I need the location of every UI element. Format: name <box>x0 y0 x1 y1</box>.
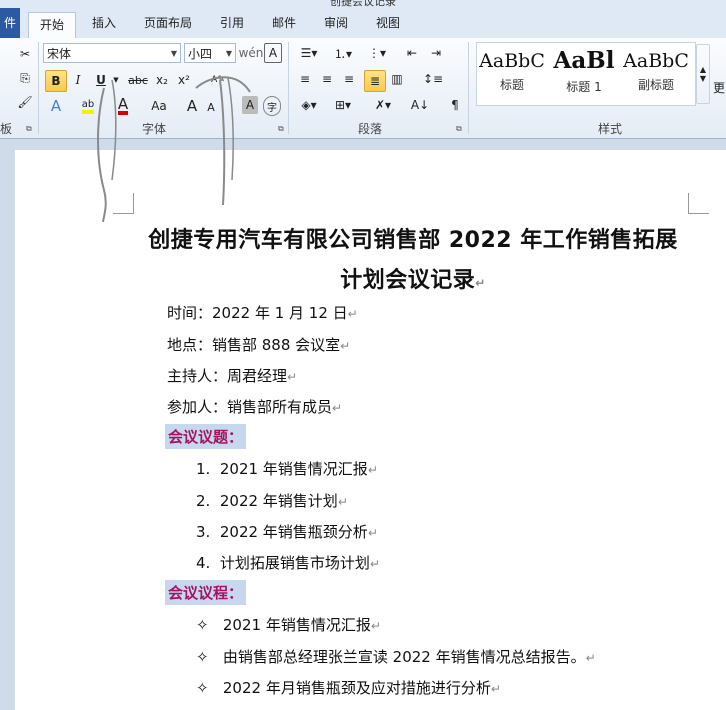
paragraph-mark: ↵ <box>347 307 358 321</box>
list-item: ✧ 2021 年销售情况汇报↵ <box>196 614 381 635</box>
list-item: ✧ 2022 年月销售瓶颈及应对措施进行分析↵ <box>196 677 501 698</box>
info-text: 参加人：销售部所有成员 <box>167 398 333 416</box>
paragraph-mark: ↵ <box>367 463 378 477</box>
info-text: 地点：销售部 888 会议室 <box>167 336 341 354</box>
pen-stroke <box>195 76 251 93</box>
process-heading: 会议议程： <box>165 580 247 605</box>
list-number: 1. <box>196 460 211 478</box>
pen-stroke <box>227 77 234 181</box>
info-line: 参加人：销售部所有成员↵ <box>167 396 342 417</box>
list-number: 2. <box>196 492 211 510</box>
document-title-line-1: 创捷专用汽车有限公司销售部 2022 年工作销售拓展 <box>130 222 696 254</box>
list-number: 3. <box>196 523 211 541</box>
info-text: 时间：2022 年 1 月 12 日 <box>167 304 348 322</box>
list-text: 2022 年销售计划 <box>219 492 338 510</box>
pen-stroke <box>219 79 226 206</box>
title-text: 创捷专用汽车有限公司销售部 2022 年工作销售拓展 <box>148 228 678 253</box>
info-line: 时间：2022 年 1 月 12 日↵ <box>167 302 358 323</box>
bullet-icon: ✧ <box>196 648 209 666</box>
list-item: 4. 计划拓展销售市场计划↵ <box>196 552 380 573</box>
list-text: 计划拓展销售市场计划 <box>219 554 370 572</box>
list-text: 由销售部总经理张兰宣读 2022 年销售情况总结报告。 <box>222 648 586 666</box>
list-item: ✧ 由销售部总经理张兰宣读 2022 年销售情况总结报告。↵ <box>196 646 596 667</box>
paragraph-mark: ↵ <box>340 339 351 353</box>
list-number: 4. <box>196 554 211 572</box>
bullet-icon: ✧ <box>196 679 209 697</box>
paragraph-mark: ↵ <box>369 557 380 571</box>
list-item: 1. 2021 年销售情况汇报↵ <box>196 458 378 479</box>
document-title-line-2: 计划会议记录↵ <box>130 262 696 294</box>
paragraph-mark: ↵ <box>490 682 501 696</box>
paragraph-mark: ↵ <box>475 276 486 290</box>
pen-stroke <box>111 79 117 181</box>
info-line: 地点：销售部 888 会议室↵ <box>167 334 350 355</box>
info-text: 主持人：周君经理 <box>167 367 288 385</box>
paragraph-mark: ↵ <box>370 619 381 633</box>
list-text: 2021 年销售情况汇报 <box>219 460 368 478</box>
title-text: 计划会议记录 <box>340 268 476 293</box>
paragraph-mark: ↵ <box>332 401 343 415</box>
paragraph-mark: ↵ <box>585 651 596 665</box>
list-item: 3. 2022 年销售瓶颈分析↵ <box>196 521 378 542</box>
list-text: 2022 年月销售瓶颈及应对措施进行分析 <box>222 679 491 697</box>
annotation-strokes <box>97 76 251 223</box>
paragraph-mark: ↵ <box>367 526 378 540</box>
bullet-icon: ✧ <box>196 616 209 634</box>
topics-heading: 会议议题： <box>165 424 247 449</box>
list-text: 2022 年销售瓶颈分析 <box>219 523 368 541</box>
info-line: 主持人：周君经理↵ <box>167 365 297 386</box>
paragraph-mark: ↵ <box>337 495 348 509</box>
list-item: 2. 2022 年销售计划↵ <box>196 490 348 511</box>
list-text: 2021 年销售情况汇报 <box>222 616 371 634</box>
paragraph-mark: ↵ <box>287 370 298 384</box>
pen-stroke <box>97 87 107 223</box>
